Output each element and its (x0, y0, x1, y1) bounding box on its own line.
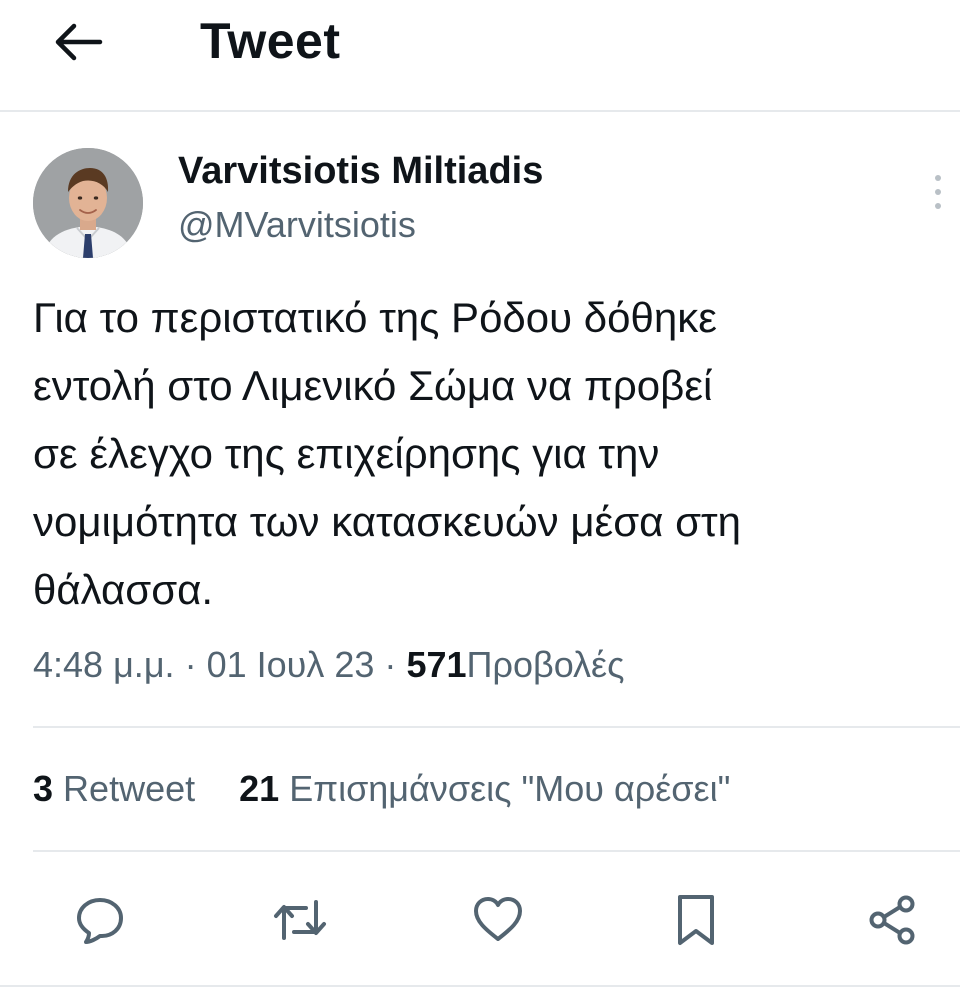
bookmark-icon (678, 895, 714, 945)
profile-photo-icon (33, 148, 143, 258)
like-button[interactable] (468, 890, 528, 950)
retweets-stat[interactable]: 3 Retweet (33, 768, 205, 809)
meta-separator: · (384, 644, 397, 685)
retweets-count: 3 (33, 768, 54, 809)
action-bar (0, 880, 960, 960)
tweet-text: Για το περιστατικό της Ρόδου δόθηκε εντο… (33, 294, 741, 613)
author-name[interactable]: Varvitsiotis Miltiadis (178, 150, 543, 193)
back-button[interactable] (44, 14, 112, 70)
arrow-left-icon (55, 23, 103, 61)
bottom-divider (0, 985, 960, 987)
meta-separator: · (184, 644, 197, 685)
share-button[interactable] (862, 890, 922, 950)
author-handle[interactable]: @MVarvitsiotis (178, 204, 416, 246)
retweets-label: Retweet (63, 768, 196, 809)
divider (33, 726, 960, 728)
share-icon (869, 895, 915, 945)
page-title: Tweet (200, 13, 341, 69)
more-options-button[interactable] (918, 168, 958, 216)
tweet-time[interactable]: 4:48 μ.μ. (33, 644, 175, 685)
reply-button[interactable] (70, 890, 130, 950)
reply-icon (77, 898, 123, 944)
likes-label: Επισημάνσεις "Μου αρέσει" (289, 768, 731, 809)
tweet-meta: 4:48 μ.μ. · 01 Ιουλ 23 · 571Προβολές (33, 644, 624, 686)
engagement-stats: 3 Retweet 21 Επισημάνσεις "Μου αρέσει" (33, 768, 730, 810)
retweet-button[interactable] (270, 890, 330, 950)
views-label: Προβολές (466, 644, 625, 685)
bookmark-button[interactable] (666, 890, 726, 950)
retweet-icon (274, 900, 326, 940)
views-count: 571 (406, 644, 467, 685)
tweet-date[interactable]: 01 Ιουλ 23 (207, 644, 375, 685)
likes-stat[interactable]: 21 Επισημάνσεις "Μου αρέσει" (239, 768, 730, 809)
heart-icon (474, 897, 522, 941)
more-vertical-icon (935, 175, 941, 209)
likes-count: 21 (239, 768, 280, 809)
avatar[interactable] (33, 148, 143, 258)
top-bar: Tweet (0, 0, 960, 112)
divider (33, 850, 960, 852)
